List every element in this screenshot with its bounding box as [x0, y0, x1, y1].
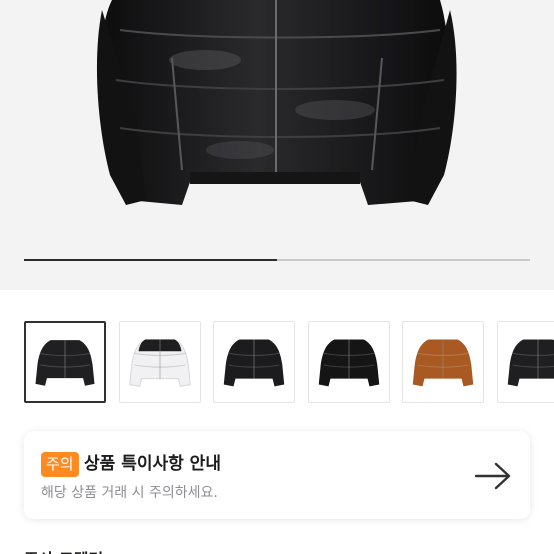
arrow-right-icon[interactable] [474, 461, 512, 491]
notice-subtitle: 해당 상품 거래 시 주의하세요. [41, 485, 218, 501]
thumbnail-5[interactable] [402, 321, 484, 403]
jacket-thumbnail-icon [35, 340, 95, 386]
thumbnail-1[interactable] [24, 321, 106, 403]
thumbnail-4[interactable] [307, 321, 390, 403]
jacket-thumbnail-icon [412, 339, 474, 387]
notice-card[interactable]: 주의 상품 특이사항 안내 해당 상품 거래 시 주의하세요. [24, 431, 530, 519]
notice-title: 상품 특이사항 안내 [84, 454, 221, 474]
puffer-jacket-image [96, 0, 457, 205]
jacket-thumbnail-icon [318, 339, 379, 387]
thumbnail-3[interactable] [213, 321, 295, 403]
thumbnail-6[interactable] [496, 321, 554, 403]
section-heading-partial: 주사 모델명 [24, 546, 103, 554]
jacket-thumbnail-icon [223, 339, 285, 387]
product-image-gallery[interactable] [0, 0, 554, 290]
jacket-thumbnail-icon [507, 339, 554, 387]
gallery-progress-track [24, 259, 530, 261]
gallery-progress-fill [24, 259, 277, 261]
jacket-thumbnail-icon [128, 339, 191, 387]
thumbnail-strip[interactable] [24, 321, 554, 403]
caution-badge: 주의 [41, 452, 79, 477]
thumbnail-2[interactable] [118, 321, 201, 403]
